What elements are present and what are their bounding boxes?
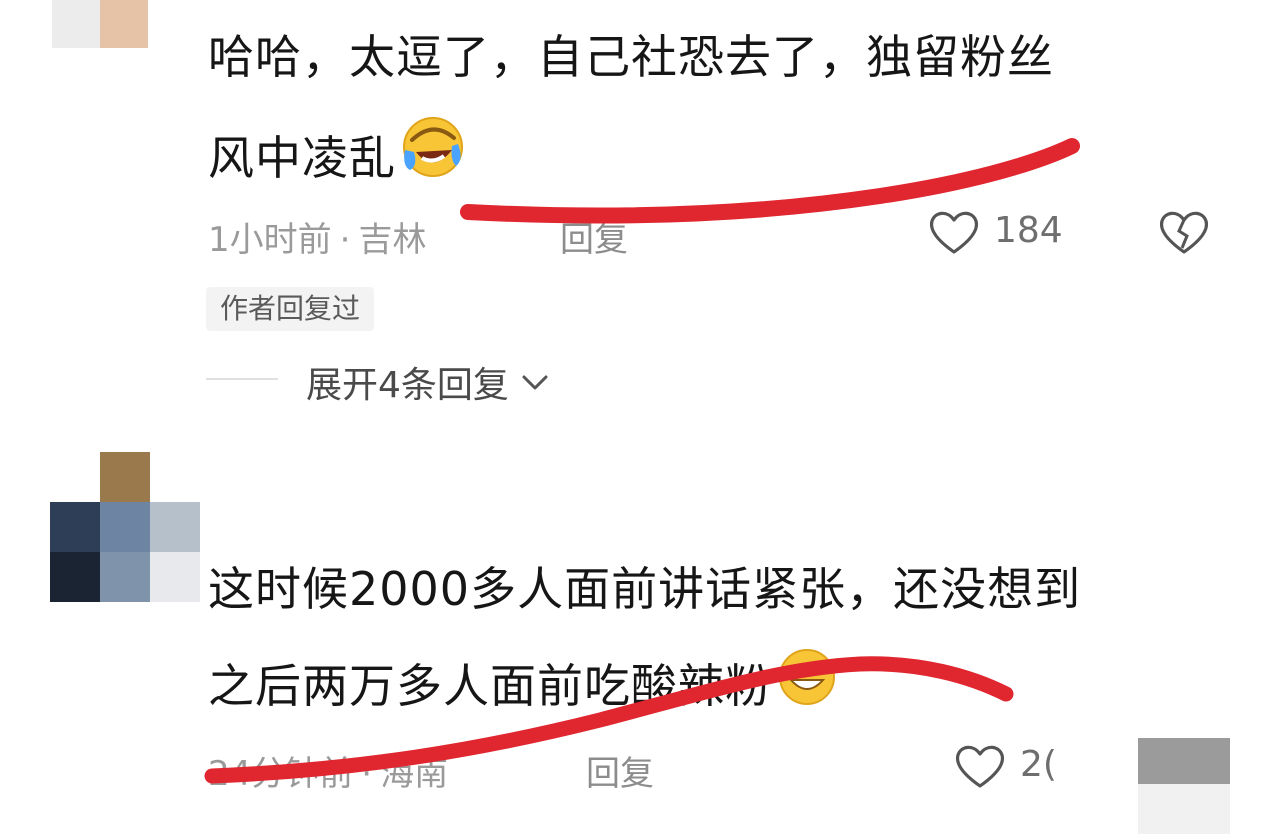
comment-text-line: 哈哈，太逗了，自己社恐去了，独留粉丝 (208, 30, 1054, 84)
comment-text-line: 风中凌乱 (208, 114, 466, 196)
chevron-down-icon (519, 366, 551, 398)
like-count: 2( (1020, 744, 1057, 785)
comment-time: 24分钟前 (208, 754, 354, 794)
avatar-tile (50, 502, 100, 552)
comment-meta: 1小时前 · 吉林 (208, 212, 426, 261)
avatar-tile (100, 552, 150, 602)
like-count: 184 (994, 210, 1063, 251)
broken-heart-icon[interactable] (1156, 204, 1212, 264)
avatar[interactable] (52, 0, 148, 48)
avatar[interactable] (50, 452, 200, 602)
expand-replies-label: 展开4条回复 (306, 365, 509, 406)
avatar-tile (100, 502, 150, 552)
comment-text-line: 之后两万多人面前吃酸辣粉 (208, 646, 838, 724)
comment-meta: 24分钟前 · 海南 (208, 746, 448, 795)
grin-emoji-icon (776, 646, 838, 724)
reply-button[interactable]: 回复 (586, 746, 654, 795)
comment-time: 1小时前 (208, 220, 332, 260)
author-replied-badge: 作者回复过 (206, 287, 375, 331)
heart-icon[interactable] (926, 204, 982, 264)
redaction-block (1138, 738, 1230, 784)
avatar-tile (150, 552, 200, 602)
redaction-block (1138, 784, 1230, 834)
expand-replies-button[interactable]: 展开4条回复 (306, 356, 551, 408)
comment-location: 吉林 (358, 220, 427, 260)
comment-location: 海南 (380, 754, 449, 794)
rofl-emoji-icon (400, 114, 466, 196)
avatar-tile (100, 0, 148, 48)
avatar-tile (150, 502, 200, 552)
avatar-tile (52, 0, 100, 48)
divider (206, 378, 278, 380)
avatar-tile (100, 452, 150, 502)
reply-button[interactable]: 回复 (560, 212, 628, 261)
avatar-tile (50, 552, 100, 602)
comment-text: 风中凌乱 (208, 131, 396, 185)
comment-text-line: 这时候2000多人面前讲话紧张，还没想到 (208, 562, 1082, 616)
meta-separator: · (339, 220, 351, 260)
comment-text: 之后两万多人面前吃酸辣粉 (208, 659, 772, 713)
heart-icon[interactable] (952, 738, 1008, 798)
meta-separator: · (361, 754, 373, 794)
